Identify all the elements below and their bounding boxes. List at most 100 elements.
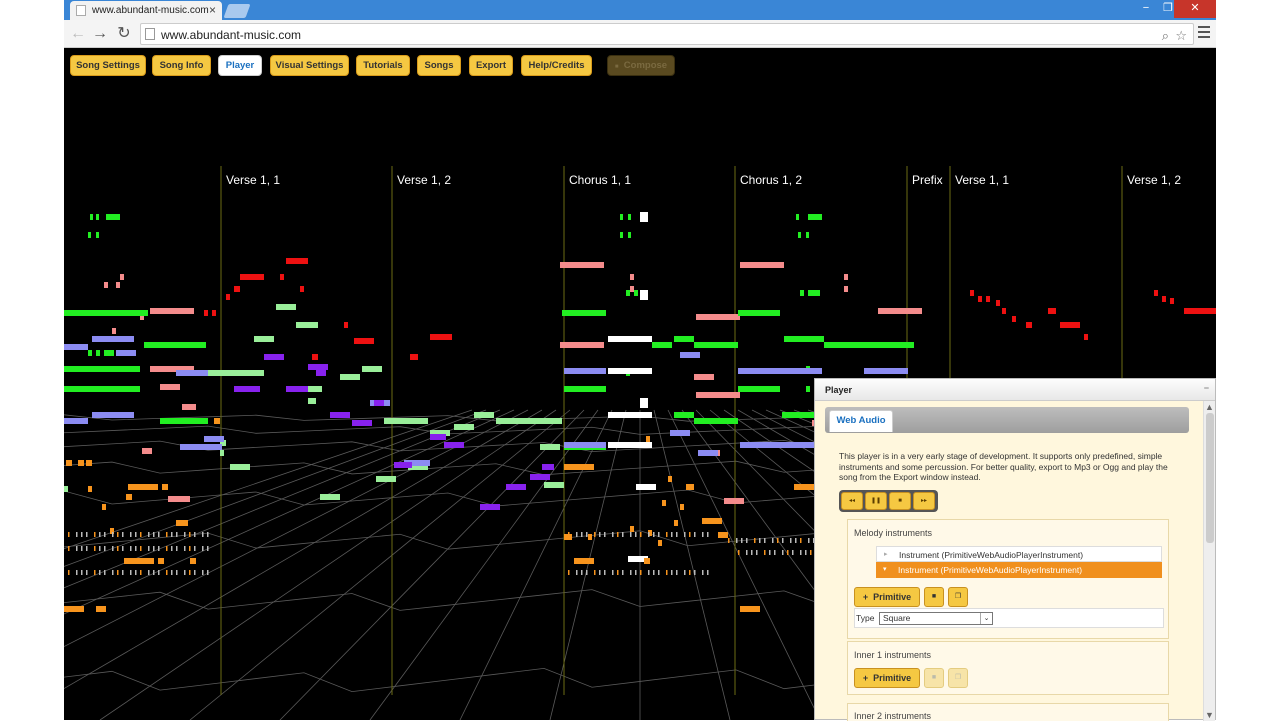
percussion-tick <box>122 532 124 537</box>
percussion-tick <box>777 538 779 543</box>
chevron-down-icon[interactable]: ⌄ <box>980 613 992 624</box>
note-bar <box>608 368 652 374</box>
search-icon[interactable]: ⌕ <box>1162 28 1169 44</box>
player-dialog: Player − ▲ ▼ Web Audio This player is in… <box>814 378 1216 721</box>
note-bar <box>78 460 84 466</box>
percussion-tick <box>741 538 743 543</box>
note-bar <box>724 498 744 504</box>
note-bar <box>630 286 634 292</box>
reload-icon[interactable]: ↻ <box>114 24 134 44</box>
note-bar <box>444 442 464 448</box>
songs-button[interactable]: Songs <box>417 55 461 76</box>
percussion-tick <box>792 550 794 555</box>
bookmark-star-icon[interactable]: ☆ <box>1175 28 1187 44</box>
percussion-tick <box>207 570 209 575</box>
percussion-tick <box>81 570 83 575</box>
percussion-tick <box>617 570 619 575</box>
percussion-tick <box>754 538 756 543</box>
rewind-icon[interactable]: ◂◂ <box>841 492 863 510</box>
note-bar <box>674 412 694 418</box>
dialog-title-bar[interactable]: Player − <box>815 379 1215 401</box>
percussion-tick <box>153 570 155 575</box>
note-bar <box>344 322 348 328</box>
type-select[interactable]: Square ⌄ <box>879 612 993 625</box>
minimize-icon[interactable]: − <box>1204 383 1209 393</box>
note-bar <box>312 354 318 360</box>
window-close-icon[interactable]: ✕ <box>1174 0 1216 18</box>
note-bar <box>718 532 728 538</box>
percussion-tick <box>736 538 738 543</box>
expand-icon[interactable]: ▸ <box>884 550 888 558</box>
note-bar <box>340 374 360 380</box>
dialog-scrollbar[interactable]: ▲ ▼ <box>1203 401 1215 721</box>
song-settings-button[interactable]: Song Settings <box>70 55 146 76</box>
song-info-button[interactable]: Song Info <box>152 55 211 76</box>
percussion-tick <box>202 532 204 537</box>
scroll-thumb[interactable] <box>1206 413 1214 543</box>
scroll-down-icon[interactable]: ▼ <box>1205 710 1214 720</box>
percussion-tick <box>764 550 766 555</box>
grid-line <box>279 409 585 721</box>
grid-line <box>99 409 557 721</box>
pause-icon[interactable]: ❚❚ <box>865 492 887 510</box>
note-bar <box>206 370 250 376</box>
percussion-tick <box>653 570 655 575</box>
note-bar <box>144 342 206 348</box>
percussion-tick <box>130 570 132 575</box>
note-bar <box>362 366 382 372</box>
group-title: Melody instruments <box>854 528 933 538</box>
instrument-list-item-selected[interactable]: ▾ Instrument (PrimitiveWebAudioPlayerIns… <box>876 562 1162 578</box>
percussion-tick <box>76 570 78 575</box>
scroll-up-icon[interactable]: ▲ <box>1205 402 1214 412</box>
percussion-tick <box>764 538 766 543</box>
note-bar <box>978 296 982 302</box>
percussion-tick <box>689 532 691 537</box>
note-bar <box>806 232 809 238</box>
percussion-tick <box>684 570 686 575</box>
forward-icon[interactable]: → <box>90 24 110 44</box>
new-tab-button[interactable] <box>223 4 251 18</box>
percussion-tick <box>630 570 632 575</box>
add-primitive-button[interactable]: + Primitive <box>854 668 920 688</box>
percussion-tick <box>194 570 196 575</box>
address-bar[interactable]: www.abundant-music.com ⌕ ☆ <box>140 23 1194 45</box>
instrument-list-item[interactable]: ▸ Instrument (PrimitiveWebAudioPlayerIns… <box>876 546 1162 562</box>
section-label: Prefix <box>912 173 943 187</box>
note-bar <box>560 342 604 348</box>
back-icon[interactable]: ← <box>68 24 88 44</box>
browser-tab[interactable]: www.abundant-music.com × <box>70 1 222 20</box>
copy-icon[interactable]: ❐ <box>948 587 968 607</box>
note-bar <box>634 290 638 296</box>
tab-web-audio[interactable]: Web Audio <box>829 410 893 432</box>
visual-settings-button[interactable]: Visual Settings <box>270 55 349 76</box>
note-bar <box>168 496 190 502</box>
percussion-tick <box>140 532 142 537</box>
tutorials-button[interactable]: Tutorials <box>356 55 410 76</box>
delete-icon[interactable]: ■ <box>924 587 944 607</box>
section-label: Verse 1, 2 <box>397 173 452 187</box>
expand-icon[interactable]: ▾ <box>883 565 887 573</box>
tab-close-icon[interactable]: × <box>209 3 216 17</box>
copy-icon[interactable]: ❐ <box>948 668 968 688</box>
forward-icon[interactable]: ▸▸ <box>913 492 935 510</box>
percussion-tick <box>738 550 740 555</box>
compose-button[interactable]: ■ Compose <box>607 55 675 76</box>
help-credits-button[interactable]: Help/Credits <box>521 55 592 76</box>
grid-line <box>9 409 543 721</box>
note-bar <box>844 286 848 292</box>
percussion-tick <box>153 532 155 537</box>
percussion-tick <box>176 570 178 575</box>
percussion-tick <box>86 532 88 537</box>
player-button[interactable]: Player <box>218 55 262 76</box>
note-bar <box>620 214 623 220</box>
stop-icon[interactable]: ■ <box>889 492 911 510</box>
percussion-tick <box>130 532 132 537</box>
note-bar <box>64 486 68 492</box>
add-primitive-button[interactable]: + Primitive <box>854 587 920 607</box>
delete-icon[interactable]: ■ <box>924 668 944 688</box>
menu-icon[interactable] <box>1198 26 1210 41</box>
percussion-tick <box>599 532 601 537</box>
minimize-icon[interactable]: − <box>1134 0 1158 18</box>
export-button[interactable]: Export <box>469 55 513 76</box>
note-bar <box>214 418 220 424</box>
